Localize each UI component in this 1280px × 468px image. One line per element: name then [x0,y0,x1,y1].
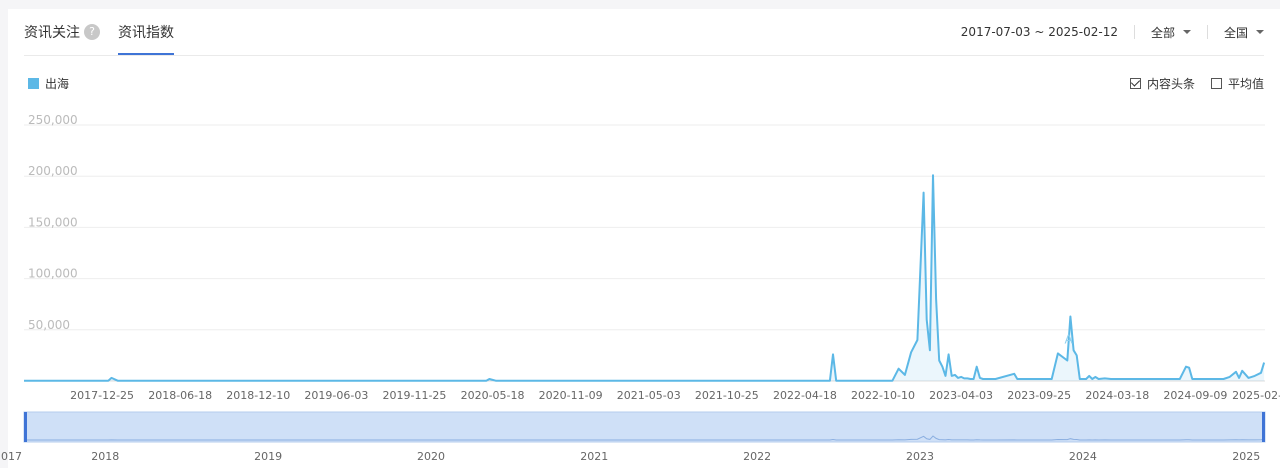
x-tick-label: 2024-03-18 [1085,389,1149,402]
navigator-window [23,411,1266,443]
x-tick-label: 2018-06-18 [148,389,212,402]
x-tick-label: 2019-06-03 [304,389,368,402]
navigator-year-label: 2023 [906,450,934,463]
chart-svg: 250,000 200,000 150,000 100,000 50,000 2017-… [0,113,1280,463]
x-tick-label: 2022-10-10 [851,389,915,402]
navigator-year-label: 2022 [743,450,771,463]
y-tick-label: 250,000 [28,113,78,127]
x-tick-label: 2021-10-25 [695,389,759,402]
navigator-year-label: 2018 [91,450,119,463]
x-tick-label: 2023-04-03 [929,389,993,402]
x-tick-label: 2024-09-09 [1163,389,1227,402]
x-tick-label: 2019-11-25 [382,389,446,402]
x-tick-label: 2017-12-25 [70,389,134,402]
x-tick-label: 2018-12-10 [226,389,290,402]
x-tick-label: 2023-09-25 [1007,389,1071,402]
annotation-marker: A [1064,332,1073,346]
x-tick-label: 2020-11-09 [539,389,603,402]
navigator-year-label: 2025 [1232,450,1260,463]
series-line [24,174,1266,382]
x-tick-label: 2021-05-03 [617,389,681,402]
navigator-left-handle [24,412,27,442]
x-tick-label: 2025-02-10 [1232,389,1280,402]
y-tick-label: 100,000 [28,267,78,281]
navigator-year-label: 2020 [417,450,445,463]
navigator-right-handle [1262,412,1265,442]
navigator-year-label: 2019 [254,450,282,463]
x-tick-label: 2020-05-18 [461,389,525,402]
navigator-year-label: 2017 [0,450,22,463]
x-tick-label: 2022-04-18 [773,389,837,402]
y-tick-label: 200,000 [28,164,78,178]
navigator-year-label: 2021 [580,450,608,463]
y-tick-label: 150,000 [28,215,78,229]
navigator-year-label: 2024 [1069,450,1097,463]
y-tick-label: 50,000 [28,318,70,332]
